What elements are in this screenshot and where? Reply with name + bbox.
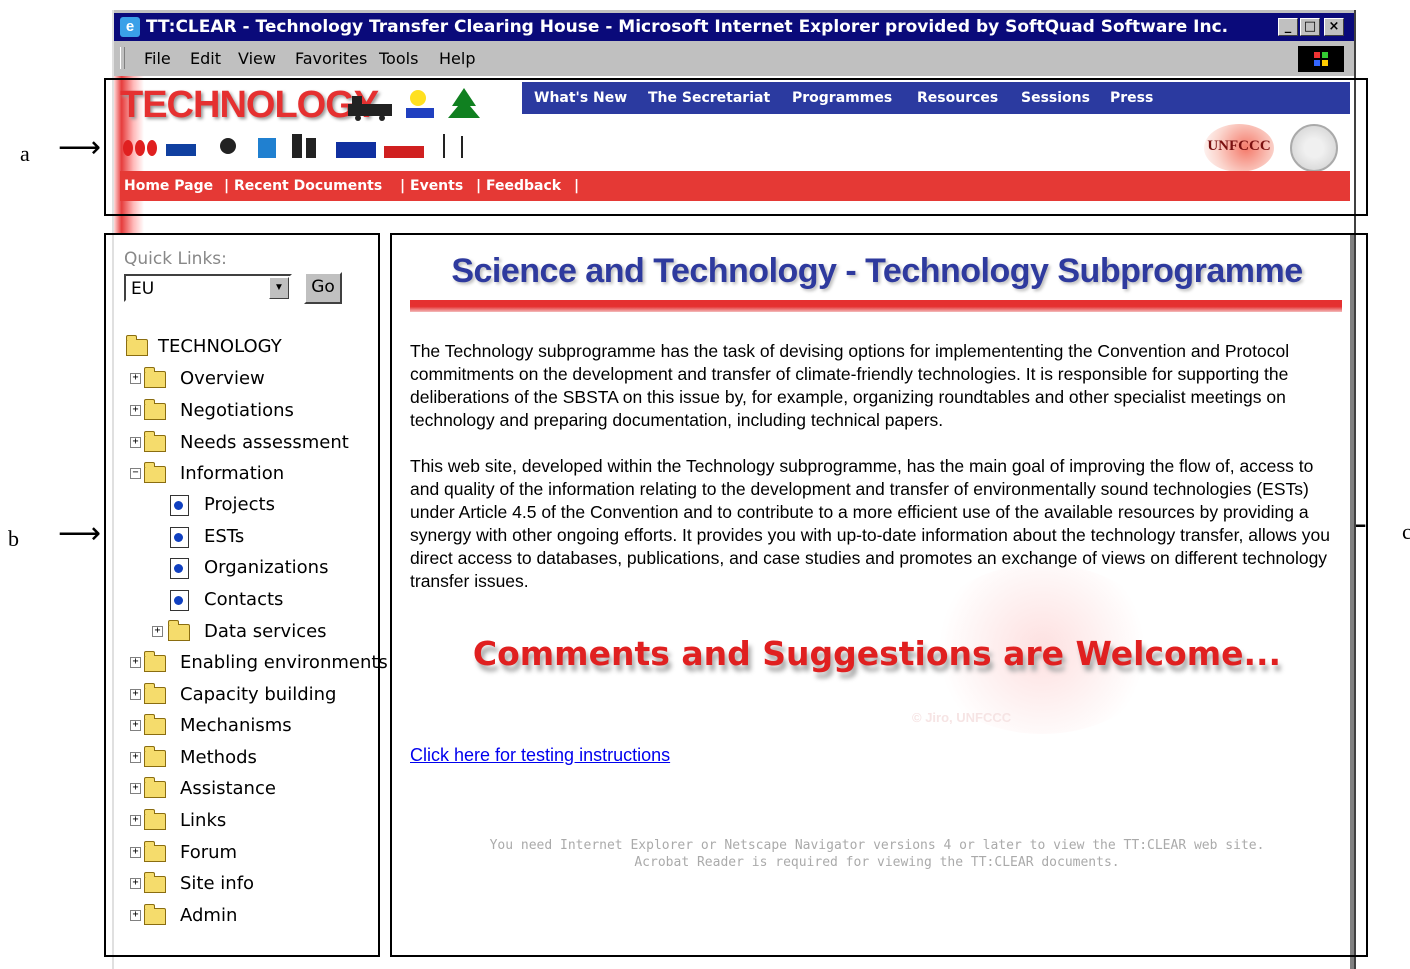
menu-grip [120, 47, 125, 69]
menu-edit[interactable]: Edit [190, 49, 221, 68]
close-button[interactable]: × [1324, 18, 1344, 36]
menu-view[interactable]: View [238, 49, 276, 68]
ie-icon: e [120, 17, 140, 37]
annotation-c: c [1402, 519, 1410, 544]
menu-help[interactable]: Help [439, 49, 475, 68]
arrow-b: ⟶ [58, 516, 102, 551]
annotation-a: a [20, 141, 30, 166]
annotation-box-a [104, 78, 1368, 216]
menu-favorites[interactable]: Favorites [295, 49, 367, 68]
annotation-box-b [104, 233, 380, 957]
window-title: TT:CLEAR - Technology Transfer Clearing … [146, 17, 1229, 37]
maximize-button[interactable]: □ [1300, 18, 1320, 36]
menu-file[interactable]: File [144, 49, 171, 68]
menu-bar: File Edit View Favorites Tools Help [114, 43, 1354, 73]
arrow-a: ⟶ [58, 130, 102, 165]
title-bar: e TT:CLEAR - Technology Transfer Clearin… [114, 13, 1354, 41]
annotation-box-c [390, 233, 1368, 957]
menu-tools[interactable]: Tools [379, 49, 418, 68]
annotation-b: b [8, 526, 19, 551]
minimize-button[interactable]: _ [1278, 18, 1298, 36]
windows-logo-icon [1298, 46, 1344, 72]
